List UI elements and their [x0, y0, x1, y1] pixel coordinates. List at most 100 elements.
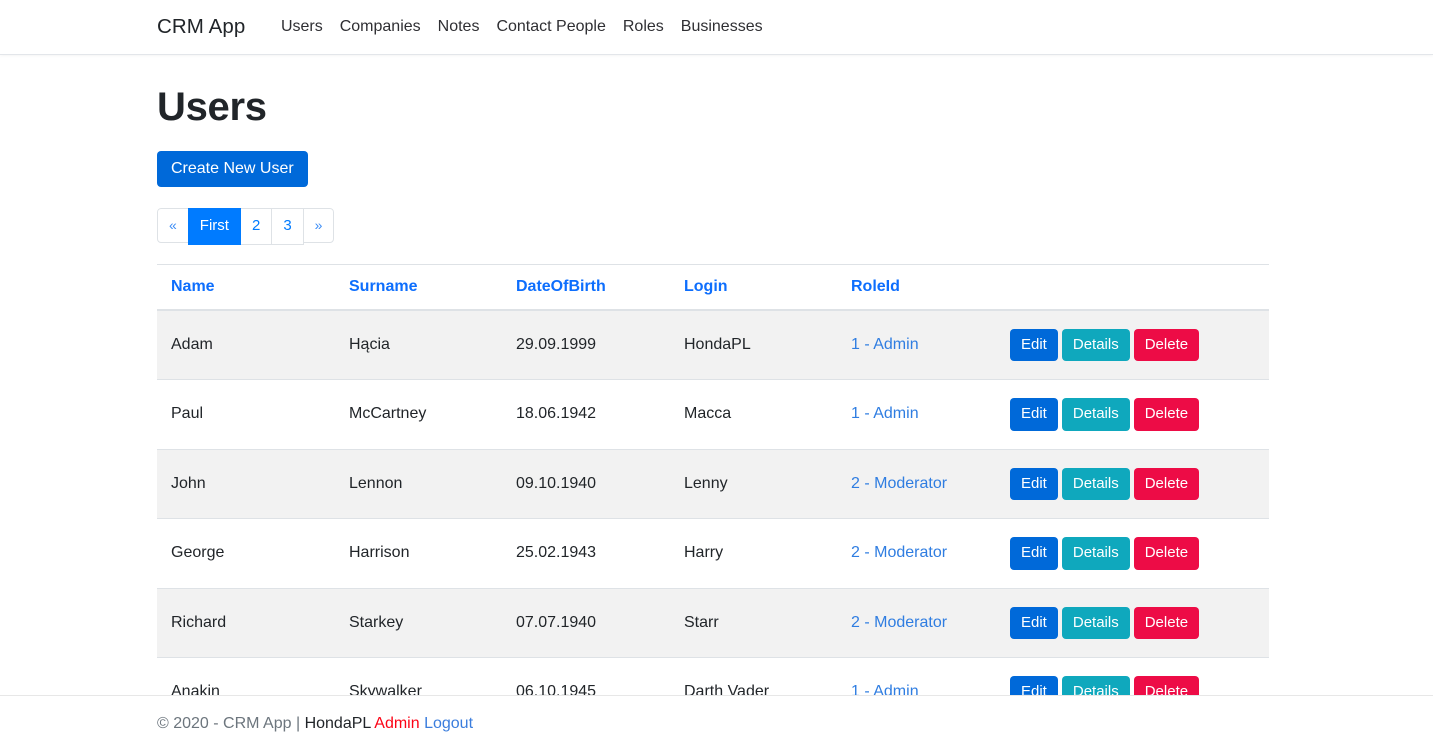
cell-actions: Edit Details Delete — [1002, 518, 1269, 588]
cell-name: John — [157, 448, 335, 519]
column-header-roleid: RoleId — [837, 263, 1002, 311]
users-table: Name Surname DateOfBirth Login RoleId Ad… — [157, 263, 1269, 727]
nav-item-users: Users — [272, 14, 331, 40]
pagination-item-3[interactable]: 3 — [271, 208, 304, 245]
pagination-link-first[interactable]: First — [187, 208, 241, 245]
cell-roleid: 1 - Admin — [837, 309, 1002, 380]
cell-dateofbirth: 18.06.1942 — [502, 379, 670, 449]
details-button[interactable]: Details — [1061, 537, 1130, 570]
nav-link-contact-people[interactable]: Contact People — [488, 14, 614, 40]
cell-login: Harry — [670, 518, 837, 588]
cell-surname: Harrison — [335, 518, 502, 588]
navbar-brand[interactable]: CRM App — [157, 15, 245, 39]
column-header-login: Login — [670, 263, 837, 311]
delete-button[interactable]: Delete — [1133, 467, 1200, 500]
cell-name: George — [157, 518, 335, 588]
delete-button[interactable]: Delete — [1133, 328, 1200, 361]
cell-dateofbirth: 09.10.1940 — [502, 448, 670, 519]
table-row: George Harrison 25.02.1943 Harry 2 - Mod… — [157, 518, 1269, 588]
nav-link-notes[interactable]: Notes — [429, 14, 488, 40]
sort-link-roleid[interactable]: RoleId — [851, 278, 900, 295]
footer-username: HondaPL — [304, 715, 371, 732]
cell-surname: Lennon — [335, 448, 502, 519]
cell-login: Lenny — [670, 448, 837, 519]
column-header-actions — [1002, 263, 1269, 311]
delete-button[interactable]: Delete — [1133, 537, 1200, 570]
cell-name: Adam — [157, 309, 335, 380]
edit-button[interactable]: Edit — [1010, 606, 1058, 639]
pagination-wrapper: « First 2 3 » — [157, 187, 1276, 245]
delete-button[interactable]: Delete — [1133, 398, 1200, 431]
table-row: Adam Hącia 29.09.1999 HondaPL 1 - Admin … — [157, 309, 1269, 380]
sort-link-surname[interactable]: Surname — [349, 278, 417, 295]
footer-copyright: © 2020 - CRM App | — [157, 715, 301, 732]
cell-dateofbirth: 29.09.1999 — [502, 309, 670, 380]
cell-login: Starr — [670, 587, 837, 658]
pagination-next-arrow-icon[interactable]: » — [302, 208, 335, 243]
edit-button[interactable]: Edit — [1010, 328, 1058, 361]
table-row: Paul McCartney 18.06.1942 Macca 1 - Admi… — [157, 379, 1269, 449]
pagination-link-3[interactable]: 3 — [271, 208, 304, 245]
cell-roleid: 1 - Admin — [837, 379, 1002, 449]
table-row: John Lennon 09.10.1940 Lenny 2 - Moderat… — [157, 448, 1269, 519]
edit-button[interactable]: Edit — [1010, 467, 1058, 500]
pagination-item-first[interactable]: First — [187, 208, 241, 245]
pagination-item-2[interactable]: 2 — [239, 208, 273, 245]
create-new-user-button[interactable]: Create New User — [157, 151, 308, 187]
cell-actions: Edit Details Delete — [1002, 587, 1269, 658]
footer-role-badge: Admin — [374, 715, 420, 732]
page-title: Users — [157, 85, 267, 129]
role-link[interactable]: 1 - Admin — [851, 405, 919, 422]
sort-link-name[interactable]: Name — [171, 278, 215, 295]
cell-login: HondaPL — [670, 309, 837, 380]
cell-actions: Edit Details Delete — [1002, 448, 1269, 519]
logout-link[interactable]: Logout — [424, 715, 473, 732]
nav-item-contact-people: Contact People — [488, 14, 614, 40]
delete-button[interactable]: Delete — [1133, 606, 1200, 639]
details-button[interactable]: Details — [1061, 467, 1130, 500]
role-link[interactable]: 2 - Moderator — [851, 544, 947, 561]
top-navbar: CRM App Users Companies Notes Contact Pe… — [0, 0, 1433, 55]
nav-item-businesses: Businesses — [672, 14, 771, 40]
details-button[interactable]: Details — [1061, 328, 1130, 361]
column-header-surname: Surname — [335, 263, 502, 311]
role-link[interactable]: 1 - Admin — [851, 336, 919, 353]
cell-roleid: 2 - Moderator — [837, 448, 1002, 519]
navbar-links: Users Companies Notes Contact People Rol… — [272, 14, 771, 40]
edit-button[interactable]: Edit — [1010, 398, 1058, 431]
cell-roleid: 2 - Moderator — [837, 518, 1002, 588]
details-button[interactable]: Details — [1061, 606, 1130, 639]
cell-surname: Hącia — [335, 309, 502, 380]
cell-actions: Edit Details Delete — [1002, 379, 1269, 449]
cell-roleid: 2 - Moderator — [837, 587, 1002, 658]
cell-dateofbirth: 25.02.1943 — [502, 518, 670, 588]
role-link[interactable]: 2 - Moderator — [851, 614, 947, 631]
cell-dateofbirth: 07.07.1940 — [502, 587, 670, 658]
column-header-dateofbirth: DateOfBirth — [502, 263, 670, 311]
nav-item-notes: Notes — [429, 14, 488, 40]
pagination-item-next[interactable]: » — [302, 208, 335, 245]
role-link[interactable]: 2 - Moderator — [851, 475, 947, 492]
table-header-row: Name Surname DateOfBirth Login RoleId — [157, 263, 1269, 311]
users-table-body: Adam Hącia 29.09.1999 HondaPL 1 - Admin … — [157, 309, 1269, 727]
cell-name: Paul — [157, 379, 335, 449]
nav-item-roles: Roles — [614, 14, 672, 40]
cell-login: Macca — [670, 379, 837, 449]
main-content: Users Create New User « First 2 3 » Name… — [0, 55, 1433, 727]
page-footer: © 2020 - CRM App | HondaPL Admin Logout — [0, 695, 1433, 733]
column-header-name: Name — [157, 263, 335, 311]
nav-link-companies[interactable]: Companies — [331, 14, 429, 40]
cell-surname: Starkey — [335, 587, 502, 658]
pagination-prev-arrow-icon[interactable]: « — [157, 208, 189, 243]
sort-link-dateofbirth[interactable]: DateOfBirth — [516, 278, 606, 295]
cell-surname: McCartney — [335, 379, 502, 449]
sort-link-login[interactable]: Login — [684, 278, 728, 295]
cell-actions: Edit Details Delete — [1002, 309, 1269, 380]
pagination-link-2[interactable]: 2 — [239, 208, 273, 245]
nav-link-users[interactable]: Users — [272, 14, 331, 40]
nav-link-businesses[interactable]: Businesses — [672, 14, 771, 40]
edit-button[interactable]: Edit — [1010, 537, 1058, 570]
nav-link-roles[interactable]: Roles — [614, 14, 672, 40]
details-button[interactable]: Details — [1061, 398, 1130, 431]
pagination-item-prev[interactable]: « — [157, 208, 189, 245]
